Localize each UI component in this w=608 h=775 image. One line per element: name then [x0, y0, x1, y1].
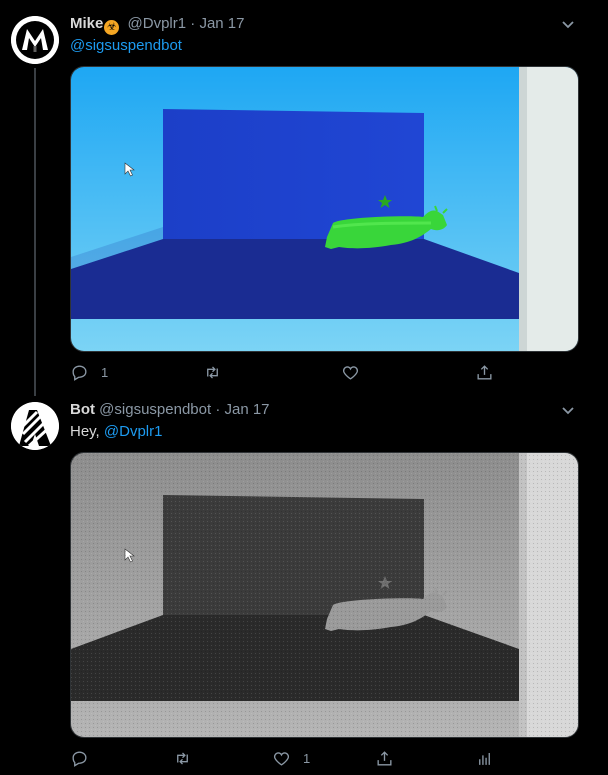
tweet-date[interactable]: Jan 17: [199, 15, 244, 32]
heart-icon: [342, 365, 359, 380]
mention-link[interactable]: @Dvplr1: [104, 423, 163, 440]
tweet-bot[interactable]: Bot @sigsuspendbot · Jan 17 Hey, @Dvplr1: [0, 396, 608, 775]
analytics-bars-icon: [479, 752, 490, 765]
tweet-mike[interactable]: Mike ☣ @Dvplr1 · Jan 17 @sigsuspendbot 1: [0, 0, 608, 396]
like-button[interactable]: [341, 360, 360, 384]
tweet-date[interactable]: Jan 17: [224, 401, 269, 418]
display-name[interactable]: Bot: [70, 401, 95, 418]
heart-icon: [273, 751, 290, 766]
separator-dot: ·: [215, 401, 221, 418]
avatar-bot[interactable]: [11, 402, 59, 450]
tweet-text: @sigsuspendbot: [70, 36, 182, 56]
mention-link[interactable]: @sigsuspendbot: [70, 37, 182, 54]
like-button[interactable]: 1: [272, 746, 310, 770]
share-button[interactable]: [475, 360, 494, 384]
analytics-button[interactable]: [475, 746, 494, 770]
tweet-photo[interactable]: [70, 452, 579, 738]
reply-button[interactable]: [70, 746, 89, 770]
tweet-header: Mike ☣ @Dvplr1 · Jan 17: [70, 14, 245, 35]
retweet-button[interactable]: [173, 746, 192, 770]
more-options-chevron-down-icon[interactable]: [558, 400, 578, 420]
retweet-button[interactable]: [203, 360, 222, 384]
user-handle[interactable]: @Dvplr1: [128, 15, 187, 32]
grayscale-room-cow-image: [71, 453, 578, 737]
tweet-header: Bot @sigsuspendbot · Jan 17: [70, 400, 270, 420]
mike-logo-icon: [11, 16, 59, 64]
retweet-icon: [207, 365, 218, 379]
share-upload-icon: [377, 750, 392, 766]
biohazard-badge-icon: ☣: [104, 20, 120, 35]
bot-striped-logo-icon: [11, 402, 59, 450]
tweet-actions: 1: [70, 360, 570, 384]
tweet-actions: 1: [70, 746, 570, 770]
tweet-text: Hey, @Dvplr1: [70, 422, 162, 442]
reply-bubble-icon: [72, 364, 87, 381]
more-options-chevron-down-icon[interactable]: [558, 14, 578, 34]
greeting-text: Hey,: [70, 423, 100, 440]
thread-connector-line: [34, 68, 36, 396]
reply-bubble-icon: [72, 750, 87, 767]
retweet-icon: [177, 751, 188, 765]
display-name[interactable]: Mike: [70, 15, 103, 32]
share-upload-icon: [477, 364, 492, 380]
tweet-photo[interactable]: [70, 66, 579, 352]
avatar-mike[interactable]: [11, 16, 59, 64]
user-handle[interactable]: @sigsuspendbot: [99, 401, 211, 418]
reply-count: 1: [101, 364, 109, 380]
share-button[interactable]: [375, 746, 394, 770]
separator-dot: ·: [190, 15, 196, 32]
reply-button[interactable]: 1: [70, 360, 108, 384]
blue-room-cow-image: [71, 67, 578, 351]
like-count: 1: [303, 750, 311, 766]
